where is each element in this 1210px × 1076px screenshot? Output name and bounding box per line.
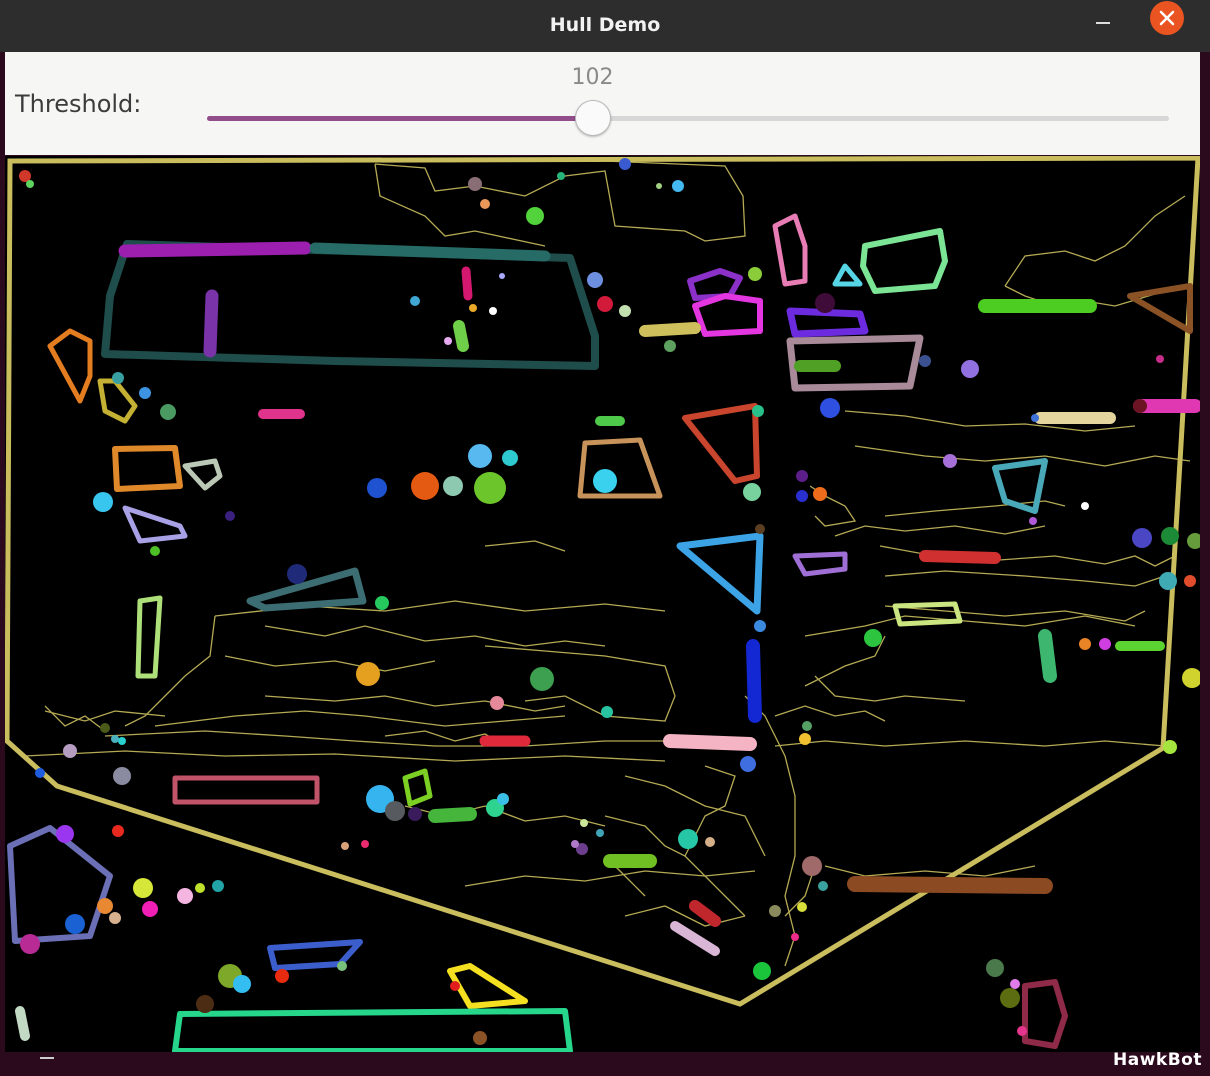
- minimize-icon[interactable]: [1093, 8, 1115, 30]
- convex-hull: [5, 156, 1200, 1007]
- image-canvas: [5, 156, 1200, 1052]
- window-title: Hull Demo: [549, 14, 661, 36]
- controls-panel: Threshold: 102: [5, 52, 1200, 155]
- threshold-label: Threshold:: [15, 90, 142, 118]
- contour-edges: [24, 160, 1191, 967]
- contour-shapes: [7, 213, 1200, 1052]
- hull-render: [5, 156, 1200, 1052]
- slider-fill: [207, 116, 592, 121]
- window-titlebar[interactable]: Hull Demo: [0, 0, 1210, 52]
- slider-thumb[interactable]: [574, 100, 611, 136]
- close-button[interactable]: [1150, 1, 1184, 35]
- close-icon: [1159, 10, 1175, 26]
- watermark-text: HawkBot: [1113, 1050, 1202, 1070]
- bottom-dash: [40, 1057, 54, 1059]
- threshold-slider[interactable]: [207, 100, 1169, 136]
- threshold-value: 102: [571, 65, 614, 90]
- small-blobs: [19, 158, 1200, 1045]
